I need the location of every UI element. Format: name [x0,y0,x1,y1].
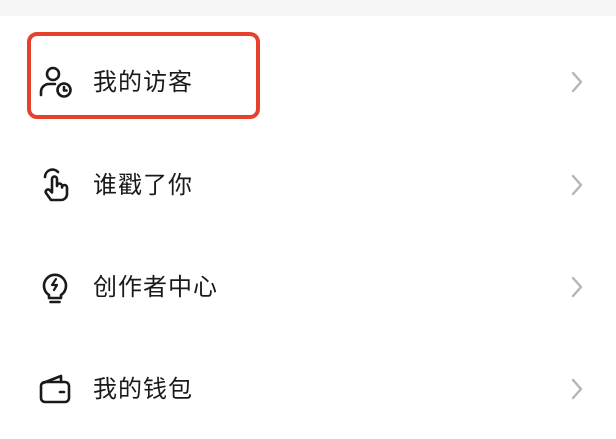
chevron-right-icon [566,376,588,402]
menu-list: 我的访客 谁戳了你 创作者中心 我的钱包 [0,16,616,430]
menu-item-my-visitors[interactable]: 我的访客 [0,32,616,132]
chevron-right-icon [566,274,588,300]
menu-item-label: 谁戳了你 [93,171,193,199]
lightbulb-bolt-icon [37,269,73,305]
menu-item-my-wallet[interactable]: 我的钱包 [0,339,616,439]
top-strip [0,0,616,16]
tap-hand-icon [37,167,73,203]
chevron-right-icon [566,172,588,198]
chevron-right-icon [566,69,588,95]
user-clock-icon [37,64,73,100]
menu-item-label: 创作者中心 [93,273,218,301]
menu-item-label: 我的钱包 [93,375,193,403]
wallet-icon [37,371,73,407]
menu-item-who-poked-you[interactable]: 谁戳了你 [0,135,616,235]
menu-item-creator-center[interactable]: 创作者中心 [0,237,616,337]
menu-item-label: 我的访客 [93,68,193,96]
